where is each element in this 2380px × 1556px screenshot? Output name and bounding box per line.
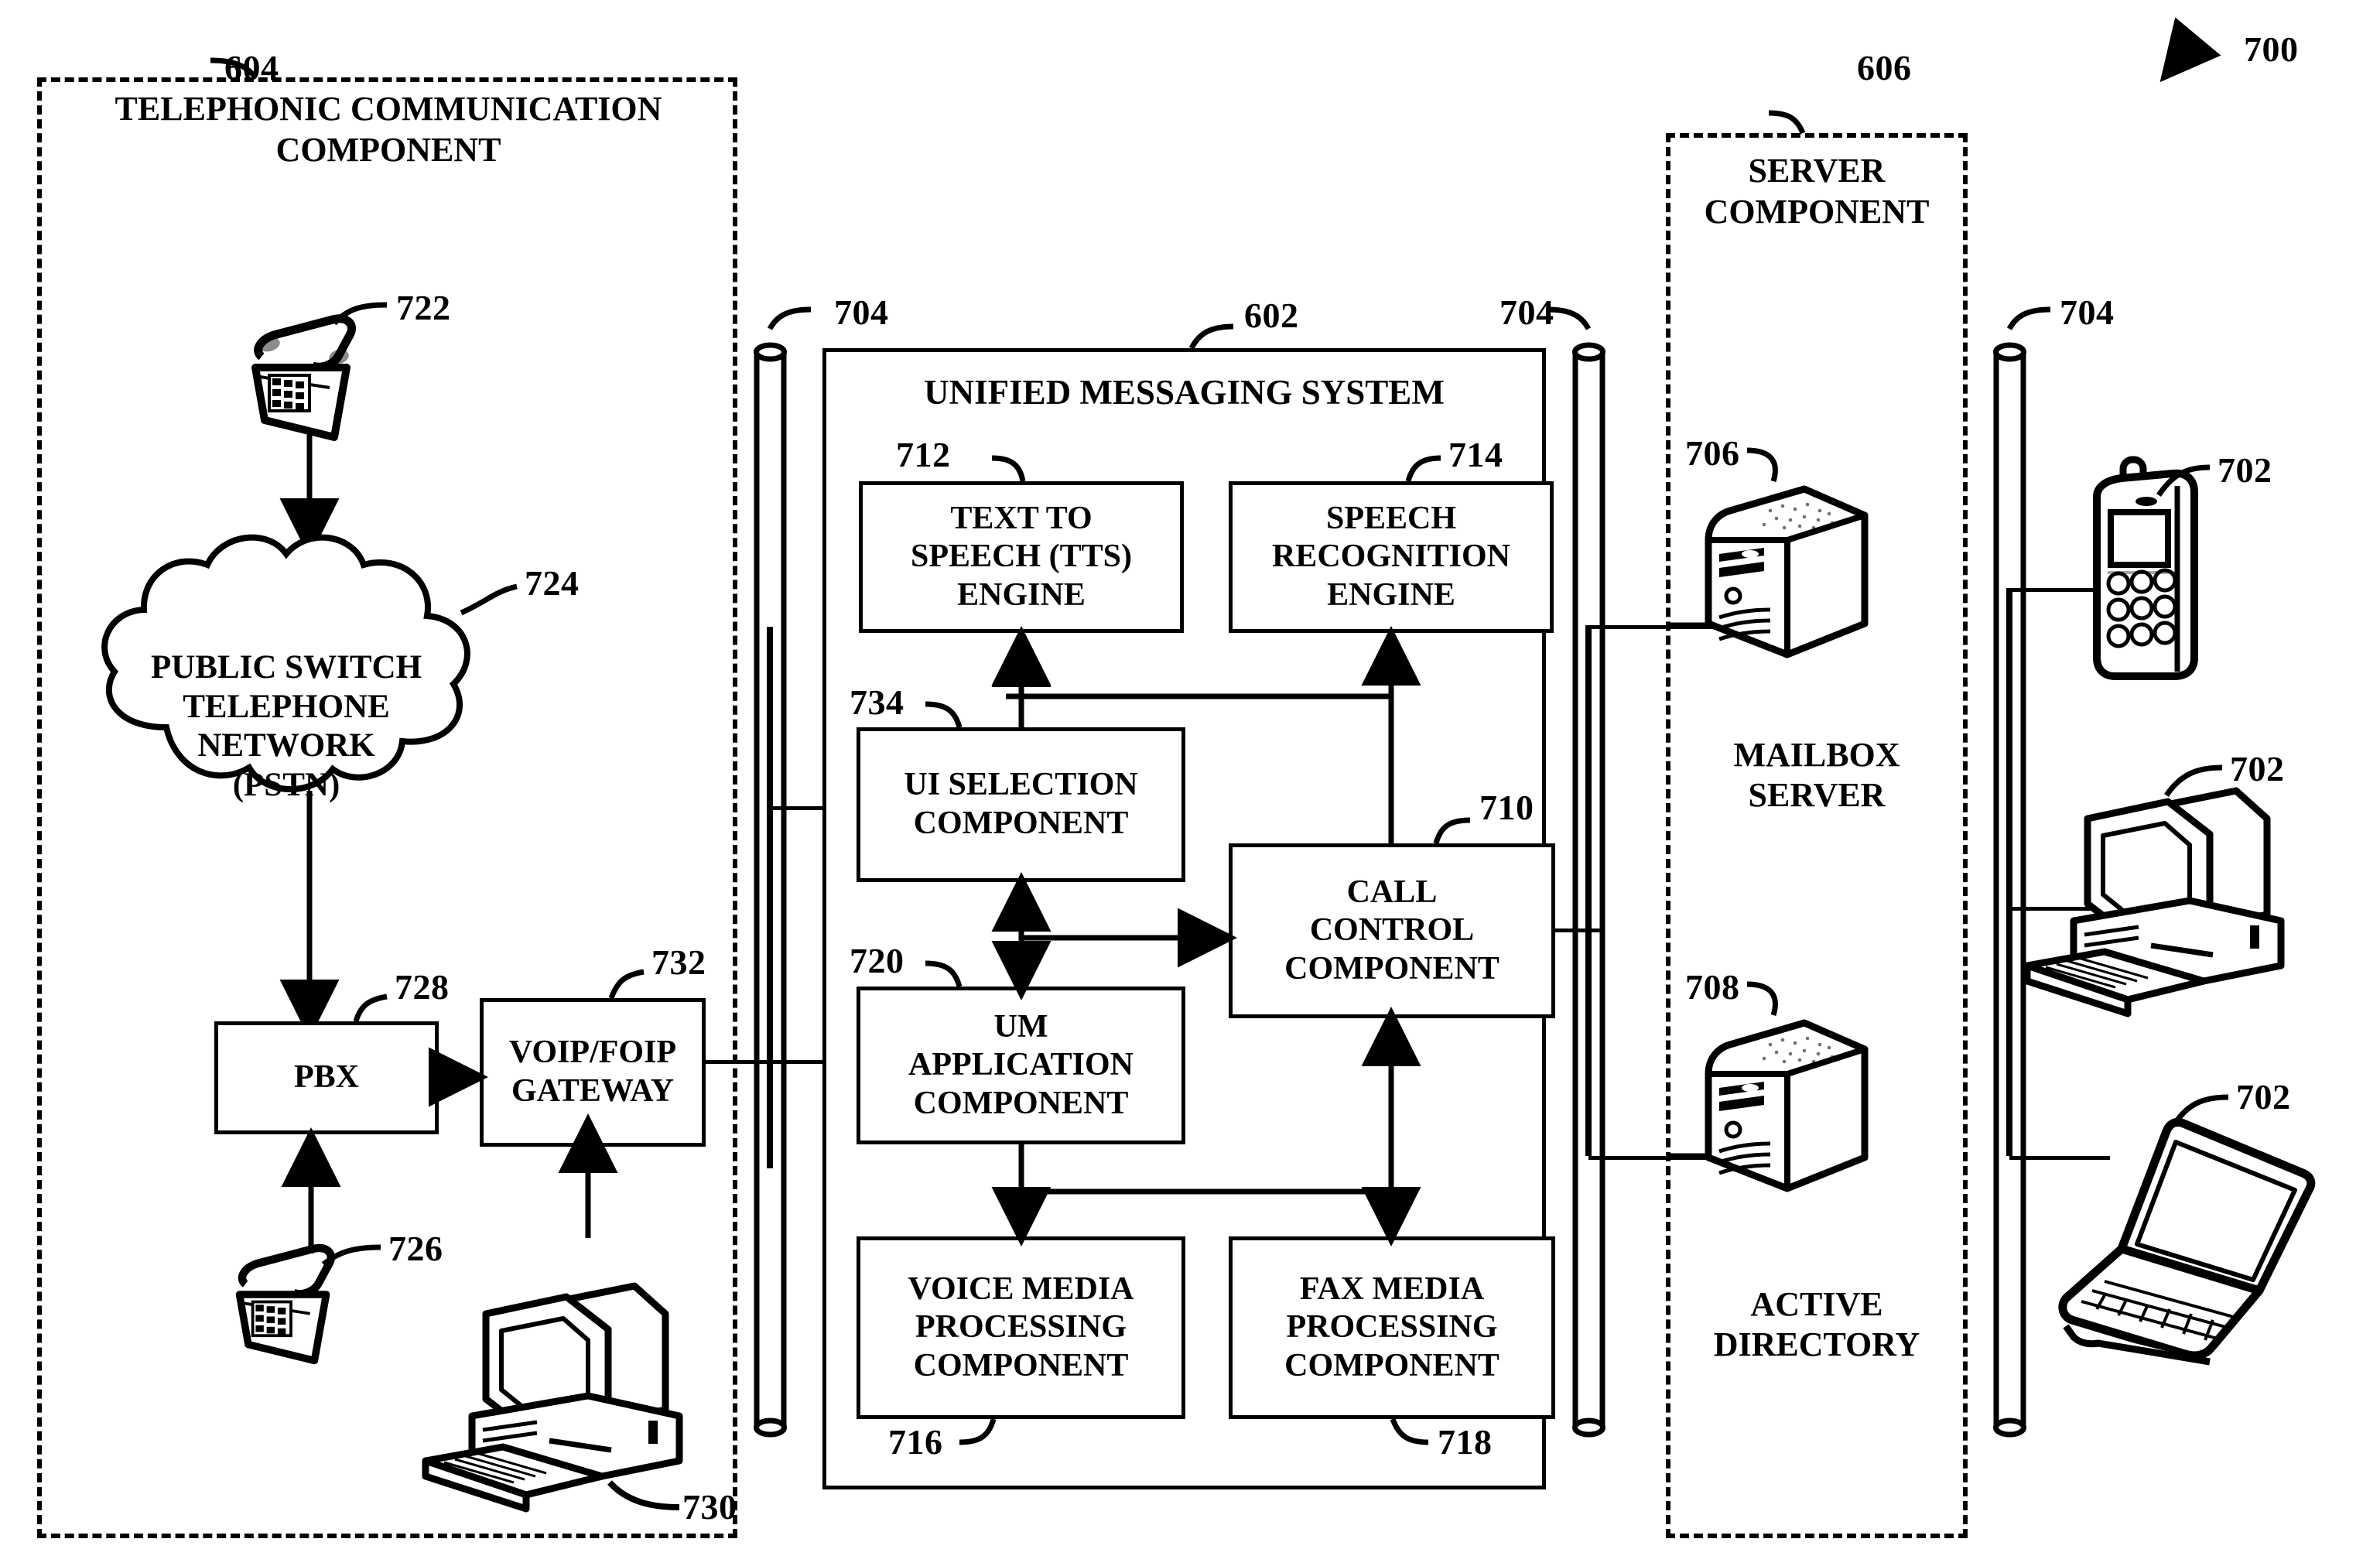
- patent-figure-700: 700 604 TELEPHONIC COMMUNICATION COMPONE…: [0, 0, 2380, 1556]
- ref-702-laptop: 702: [2236, 1077, 2291, 1117]
- laptop-icon-702: [2058, 1094, 2316, 1366]
